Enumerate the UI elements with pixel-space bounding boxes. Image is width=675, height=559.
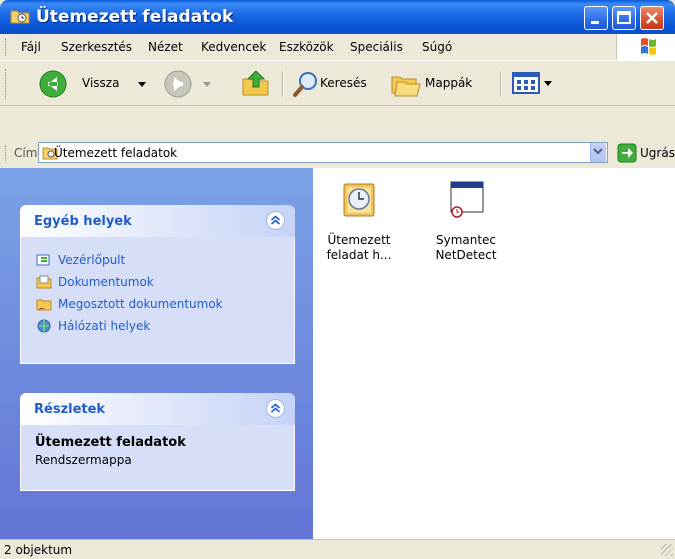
maximize-button[interactable] (612, 6, 636, 30)
details-body: Ütemezett feladatok Rendszermappa (20, 425, 295, 491)
toolbar-grip[interactable] (5, 69, 8, 99)
collapse-chevron-icon[interactable] (266, 211, 285, 230)
link-documents-label: Dokumentumok (58, 275, 154, 289)
views-button[interactable] (510, 69, 556, 99)
toolbar-separator (500, 71, 502, 97)
details-title: Részletek (34, 402, 106, 417)
search-label: Keresés (320, 76, 367, 90)
folders-label: Mappák (425, 76, 473, 90)
back-label: Vissza (82, 76, 120, 90)
menu-grip[interactable] (5, 38, 8, 56)
other-places-body: Vezérlőpult Dokumentumok Megosztott doku… (20, 237, 295, 364)
chevron-down-icon (593, 148, 603, 155)
file-name-line1: Ütemezett (327, 233, 391, 247)
forward-dropdown-icon[interactable] (203, 82, 211, 87)
file-name-line1: Symantec (435, 233, 497, 247)
menu-favorites[interactable]: Kedvencek (201, 40, 266, 54)
link-control-panel-label: Vezérlőpult (58, 253, 126, 267)
other-places-title: Egyéb helyek (34, 214, 132, 229)
search-button[interactable]: Keresés (290, 67, 386, 101)
address-dropdown-button[interactable] (590, 143, 606, 162)
back-dropdown-icon[interactable] (138, 82, 146, 87)
add-scheduled-task-icon (341, 178, 377, 218)
status-bar: 2 objektum (0, 539, 675, 559)
up-folder-button[interactable] (240, 67, 274, 101)
menu-help[interactable]: Súgó (422, 40, 452, 54)
details-panel: Részletek Ütemezett feladatok Rendszerma… (20, 393, 295, 491)
documents-folder-icon (36, 274, 52, 290)
details-name: Ütemezett feladatok (35, 435, 186, 450)
minimize-button[interactable] (584, 6, 608, 30)
window-title: Ütemezett feladatok (36, 7, 234, 27)
link-documents[interactable]: Dokumentumok (21, 271, 294, 293)
folders-button[interactable]: Mappák (388, 67, 494, 101)
back-button[interactable]: Vissza (14, 67, 150, 101)
up-folder-icon (242, 70, 269, 96)
file-list[interactable]: Ütemezett feladat h... Symantec NetDetec… (313, 168, 675, 539)
go-button[interactable]: Ugrás (615, 141, 675, 165)
explorer-window: Ütemezett feladatok Fájl Szerkesztés Néz… (0, 0, 675, 559)
link-shared-documents[interactable]: Megosztott dokumentumok (21, 293, 294, 315)
network-places-icon (36, 318, 52, 334)
address-grip[interactable] (5, 145, 8, 161)
file-name: Symantec NetDetect (424, 233, 508, 263)
status-text: 2 objektum (4, 543, 73, 557)
close-button[interactable] (640, 6, 664, 30)
search-icon (293, 72, 317, 97)
address-value: Ütemezett feladatok (54, 146, 178, 160)
address-bar: Cím Ütemezett feladatok Ugrás (0, 138, 675, 169)
folders-icon (391, 76, 421, 97)
file-name-line2: feladat h... (326, 248, 392, 262)
details-type: Rendszermappa (35, 453, 132, 467)
menu-edit[interactable]: Szerkesztés (61, 40, 132, 54)
standard-toolbar: Vissza Keresés Mappák (0, 61, 675, 106)
resize-grip[interactable] (661, 544, 673, 556)
toolbar-separator (282, 71, 284, 97)
menu-special[interactable]: Speciális (350, 40, 403, 54)
file-name: Ütemezett feladat h... (317, 233, 401, 263)
back-arrow-icon (39, 70, 67, 98)
forward-arrow-icon (164, 70, 192, 98)
windows-logo-icon (616, 34, 675, 60)
scheduled-task-icon (448, 178, 484, 218)
details-header[interactable]: Részletek (20, 393, 295, 425)
menu-file[interactable]: Fájl (21, 40, 41, 54)
link-control-panel[interactable]: Vezérlőpult (21, 249, 294, 271)
link-network-places[interactable]: Hálózati helyek (21, 315, 294, 337)
shared-folder-icon (36, 296, 52, 312)
menu-bar: Fájl Szerkesztés Nézet Kedvencek Eszközö… (0, 34, 675, 61)
address-label: Cím (14, 146, 38, 160)
file-item[interactable]: Symantec NetDetect (424, 176, 508, 262)
title-bar[interactable]: Ütemezett feladatok (0, 0, 675, 34)
go-label: Ugrás (640, 146, 675, 160)
views-dropdown-icon[interactable] (544, 81, 552, 86)
menu-view[interactable]: Nézet (148, 40, 183, 54)
file-name-line2: NetDetect (435, 248, 497, 262)
control-panel-icon (36, 252, 52, 268)
other-places-header[interactable]: Egyéb helyek (20, 205, 295, 237)
task-pane: Egyéb helyek Vezérlőpult Dokumentumok Me… (0, 168, 313, 539)
go-arrow-icon (617, 143, 637, 163)
link-network-places-label: Hálózati helyek (58, 319, 151, 333)
views-icon (512, 72, 540, 94)
other-places-panel: Egyéb helyek Vezérlőpult Dokumentumok Me… (20, 205, 295, 364)
menu-tools[interactable]: Eszközök (279, 40, 334, 54)
scheduled-tasks-folder-icon (10, 8, 30, 24)
collapse-chevron-icon[interactable] (266, 399, 285, 418)
file-item[interactable]: Ütemezett feladat h... (317, 176, 401, 262)
link-shared-documents-label: Megosztott dokumentumok (58, 297, 223, 311)
forward-button[interactable] (161, 67, 221, 101)
toolbar-band (0, 106, 675, 138)
